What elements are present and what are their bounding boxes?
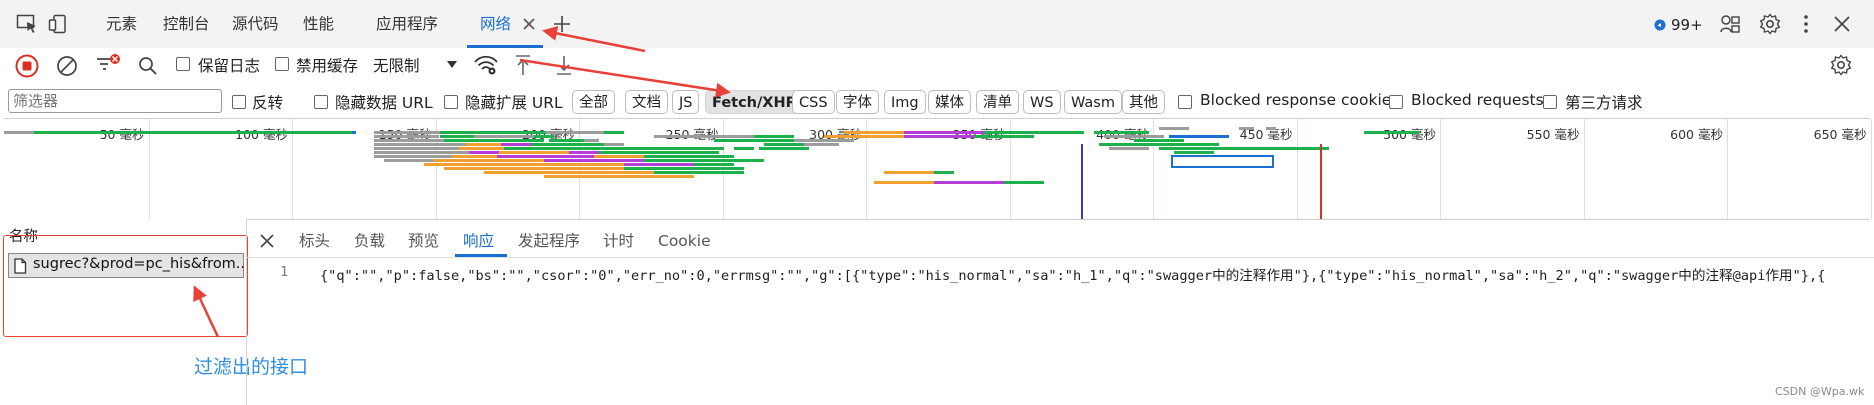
arrow-to-network-tab <box>542 25 646 53</box>
arrow-to-fetch-xhr <box>519 58 731 98</box>
annotation-arrows <box>193 25 731 338</box>
arrow-to-request <box>193 285 220 338</box>
